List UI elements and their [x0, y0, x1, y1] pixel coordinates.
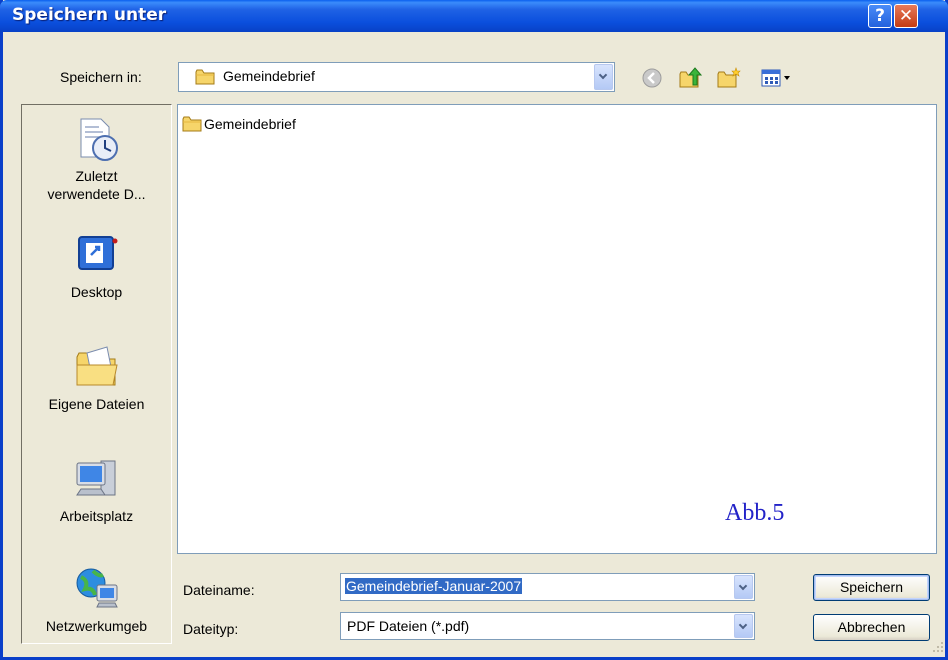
- place-network[interactable]: Netzwerkumgeb: [22, 565, 171, 635]
- new-folder-icon[interactable]: [717, 67, 741, 89]
- place-label: Arbeitsplatz: [59, 508, 134, 524]
- place-label: Desktop: [70, 284, 123, 300]
- filetype-dropdown[interactable]: PDF Dateien (*.pdf): [340, 612, 755, 640]
- save-in-value: Gemeindebrief: [223, 68, 315, 84]
- place-label: verwendete D...: [47, 186, 146, 202]
- chevron-down-icon[interactable]: [734, 575, 753, 599]
- filename-label: Dateiname:: [183, 582, 255, 598]
- folder-icon: [195, 69, 215, 85]
- place-my-computer[interactable]: Arbeitsplatz: [22, 455, 171, 525]
- list-item[interactable]: Gemeindebrief: [182, 115, 296, 133]
- filetype-value: PDF Dateien (*.pdf): [347, 618, 470, 634]
- recent-docs-icon: [80, 118, 118, 161]
- save-as-dialog: Speichern unter ? ✕ Speichern in: Gemein…: [0, 0, 948, 660]
- filetype-label: Dateityp:: [183, 621, 239, 637]
- folder-icon: [182, 116, 202, 132]
- desktop-icon: [77, 236, 117, 270]
- help-button[interactable]: ?: [868, 4, 892, 28]
- save-button[interactable]: Speichern: [813, 574, 930, 601]
- up-folder-icon[interactable]: [679, 67, 703, 89]
- back-icon[interactable]: [641, 67, 663, 89]
- chevron-down-icon[interactable]: [734, 614, 753, 638]
- view-menu-icon[interactable]: [761, 67, 795, 89]
- title-bar[interactable]: Speichern unter ? ✕: [0, 0, 948, 32]
- places-bar: Zuletzt verwendete D... Desktop Eigene D…: [21, 104, 172, 644]
- close-button[interactable]: ✕: [894, 4, 918, 28]
- my-computer-icon: [75, 460, 115, 496]
- cancel-button[interactable]: Abbrechen: [813, 614, 930, 641]
- figure-annotation: Abb.5: [725, 500, 785, 526]
- place-label: Eigene Dateien: [48, 396, 145, 412]
- filename-input[interactable]: Gemeindebrief-Januar-2007: [340, 573, 755, 601]
- place-label: Zuletzt: [75, 168, 118, 184]
- save-in-label: Speichern in:: [60, 69, 142, 85]
- save-in-dropdown[interactable]: Gemeindebrief: [178, 62, 615, 92]
- place-label: Netzwerkumgeb: [45, 618, 148, 634]
- window-title: Speichern unter: [12, 5, 167, 25]
- chevron-down-icon[interactable]: [594, 64, 613, 90]
- resize-grip-icon[interactable]: [931, 640, 945, 654]
- my-documents-icon: [76, 346, 118, 386]
- place-my-documents[interactable]: Eigene Dateien: [22, 343, 171, 413]
- filename-value: Gemeindebrief-Januar-2007: [345, 578, 523, 594]
- place-recent[interactable]: Zuletzt verwendete D...: [22, 115, 171, 203]
- network-icon: [76, 568, 118, 608]
- file-list[interactable]: Gemeindebrief: [177, 104, 937, 554]
- file-name: Gemeindebrief: [204, 116, 296, 132]
- place-desktop[interactable]: Desktop: [22, 231, 171, 301]
